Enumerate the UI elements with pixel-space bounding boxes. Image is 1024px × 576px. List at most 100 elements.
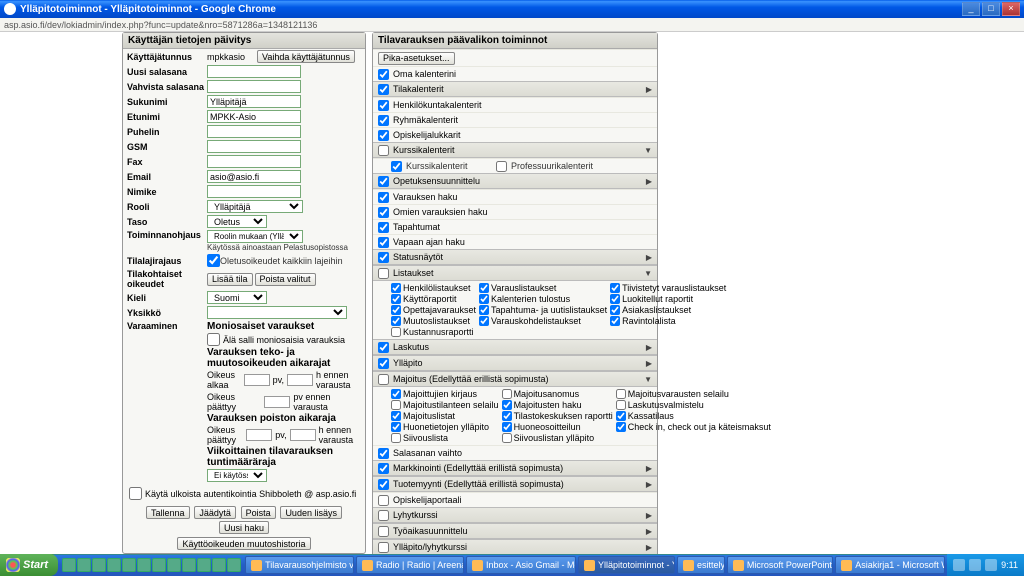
cb-salasana[interactable]: [378, 448, 389, 459]
grid-checkbox[interactable]: [616, 389, 626, 399]
grid-checkbox[interactable]: [479, 283, 489, 293]
chevron-right-icon[interactable]: ▶: [646, 177, 652, 186]
cb-vapaan[interactable]: [378, 237, 389, 248]
chevron-right-icon[interactable]: ▶: [646, 511, 652, 520]
grid-checkbox[interactable]: [610, 294, 620, 304]
tray-icon[interactable]: [969, 559, 981, 571]
cb-henkilo[interactable]: [378, 100, 389, 111]
chevron-right-icon[interactable]: ▶: [646, 527, 652, 536]
chevron-right-icon[interactable]: ▶: [646, 343, 652, 352]
role-select[interactable]: Ylläpitäjä: [207, 200, 303, 213]
remove-selected-button[interactable]: Poista valitut: [255, 273, 316, 286]
taskbar-button[interactable]: Inbox - Asio Gmail - Mozil...: [466, 556, 576, 574]
cb-kurssi-b[interactable]: [496, 161, 507, 172]
fax-input[interactable]: [207, 155, 301, 168]
phone-input[interactable]: [207, 125, 301, 138]
grid-checkbox[interactable]: [391, 283, 401, 293]
cb-tyoaika[interactable]: [378, 526, 389, 537]
chevron-right-icon[interactable]: ▶: [646, 464, 652, 473]
grid-checkbox[interactable]: [391, 411, 401, 421]
delete-button[interactable]: Poista: [241, 506, 276, 519]
grid-checkbox[interactable]: [610, 283, 620, 293]
chevron-right-icon[interactable]: ▶: [646, 85, 652, 94]
grid-checkbox[interactable]: [502, 389, 512, 399]
grid-checkbox[interactable]: [610, 305, 620, 315]
start-hours-input[interactable]: [287, 374, 313, 386]
cb-oma[interactable]: [378, 69, 389, 80]
taskbar-button[interactable]: esittelyt: [677, 556, 725, 574]
cb-status[interactable]: [378, 252, 389, 263]
taskbar-button[interactable]: Ylläpitotoiminnot - Yll...: [578, 556, 675, 574]
tray-icon[interactable]: [953, 559, 965, 571]
taskbar-button[interactable]: Microsoft PowerPoint - [...: [727, 556, 833, 574]
unit-select[interactable]: [207, 306, 347, 319]
cb-markk[interactable]: [378, 463, 389, 474]
start-button[interactable]: Start: [0, 554, 58, 576]
cb-yllyhyt[interactable]: [378, 542, 389, 553]
new-password-input[interactable]: [207, 65, 301, 78]
erp-select[interactable]: Roolin mukaan (Ylläpitäjä): [207, 230, 303, 243]
firstname-input[interactable]: [207, 110, 301, 123]
chevron-down-icon[interactable]: ▼: [644, 269, 652, 278]
ql-icon[interactable]: [227, 558, 241, 572]
ql-icon[interactable]: [182, 558, 196, 572]
language-select[interactable]: Suomi: [207, 291, 267, 304]
grid-checkbox[interactable]: [502, 400, 512, 410]
chevron-right-icon[interactable]: ▶: [646, 543, 652, 552]
no-multipart-checkbox[interactable]: [207, 333, 220, 346]
chevron-right-icon[interactable]: ▶: [646, 359, 652, 368]
level-select[interactable]: Oletus: [207, 215, 267, 228]
grid-checkbox[interactable]: [391, 433, 401, 443]
new-search-button[interactable]: Uusi haku: [219, 521, 269, 534]
cb-ryhma[interactable]: [378, 115, 389, 126]
change-username-button[interactable]: Vaihda käyttäjätunnus: [257, 50, 355, 63]
close-button[interactable]: ×: [1002, 2, 1020, 16]
history-button[interactable]: Käyttöoikeuden muutoshistoria: [177, 537, 310, 550]
taskbar-button[interactable]: Asiakirja1 - Microsoft Word: [835, 556, 945, 574]
cb-kurssi[interactable]: [378, 145, 389, 156]
grid-checkbox[interactable]: [391, 316, 401, 326]
quick-settings-button[interactable]: Pika-asetukset...: [378, 52, 455, 65]
chevron-down-icon[interactable]: ▼: [644, 146, 652, 155]
cb-omien[interactable]: [378, 207, 389, 218]
weekly-limit-select[interactable]: Ei käytössä: [207, 469, 267, 482]
grid-checkbox[interactable]: [391, 294, 401, 304]
add-new-button[interactable]: Uuden lisäys: [280, 506, 342, 519]
cb-tilak[interactable]: [378, 84, 389, 95]
end-days-input[interactable]: [264, 396, 290, 408]
del-hours-input[interactable]: [290, 429, 316, 441]
cb-laskutus[interactable]: [378, 342, 389, 353]
freeze-button[interactable]: Jäädytä: [194, 506, 236, 519]
gsm-input[interactable]: [207, 140, 301, 153]
tray-icon[interactable]: [985, 559, 997, 571]
cb-kurssi-a[interactable]: [391, 161, 402, 172]
title-input[interactable]: [207, 185, 301, 198]
add-space-button[interactable]: Lisää tila: [207, 273, 253, 286]
ql-icon[interactable]: [152, 558, 166, 572]
grid-checkbox[interactable]: [616, 400, 626, 410]
ql-icon[interactable]: [167, 558, 181, 572]
start-days-input[interactable]: [244, 374, 270, 386]
ql-icon[interactable]: [197, 558, 211, 572]
ql-icon[interactable]: [107, 558, 121, 572]
chevron-down-icon[interactable]: ▼: [644, 375, 652, 384]
taskbar-button[interactable]: Radio | Radio | Areena | ...: [356, 556, 464, 574]
grid-checkbox[interactable]: [391, 305, 401, 315]
shibboleth-checkbox[interactable]: [129, 487, 142, 500]
lastname-input[interactable]: [207, 95, 301, 108]
grid-checkbox[interactable]: [479, 316, 489, 326]
maximize-button[interactable]: □: [982, 2, 1000, 16]
taskbar-button[interactable]: Tilavarausohjelmisto v12...: [245, 556, 354, 574]
grid-checkbox[interactable]: [616, 411, 626, 421]
grid-checkbox[interactable]: [610, 316, 620, 326]
address-bar[interactable]: asp.asio.fi/dev/lokiadmin/index.php?func…: [0, 18, 1024, 32]
confirm-password-input[interactable]: [207, 80, 301, 93]
grid-checkbox[interactable]: [391, 327, 401, 337]
grid-checkbox[interactable]: [502, 411, 512, 421]
cb-opetus[interactable]: [378, 176, 389, 187]
cb-tapaht[interactable]: [378, 222, 389, 233]
grid-checkbox[interactable]: [479, 305, 489, 315]
ql-icon[interactable]: [137, 558, 151, 572]
ql-icon[interactable]: [62, 558, 76, 572]
grid-checkbox[interactable]: [502, 433, 512, 443]
